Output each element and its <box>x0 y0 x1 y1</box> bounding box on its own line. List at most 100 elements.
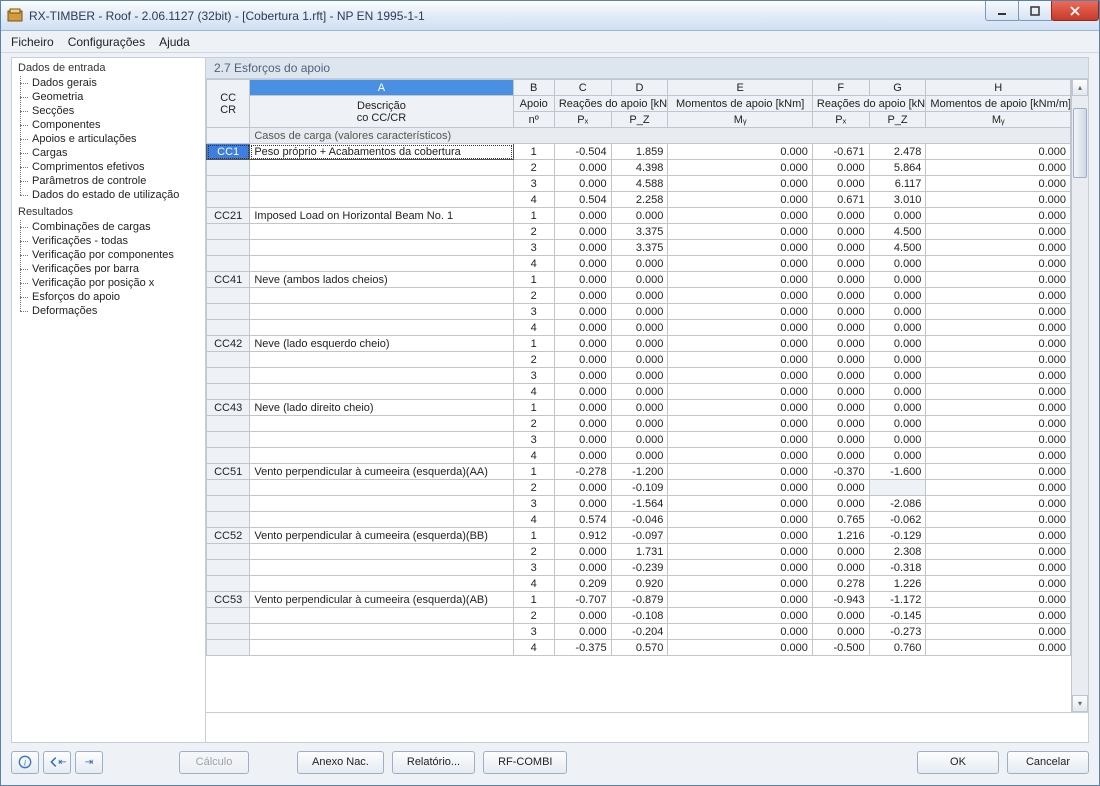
cell[interactable]: 4.398 <box>611 160 668 176</box>
rf-combi-button[interactable]: RF-COMBI <box>483 751 567 774</box>
cell[interactable]: 4 <box>513 192 554 208</box>
cell[interactable]: 0.000 <box>668 384 813 400</box>
cell[interactable]: 0.504 <box>554 192 611 208</box>
cell[interactable]: 0.000 <box>926 144 1071 160</box>
cell[interactable]: 0.000 <box>926 560 1071 576</box>
cell[interactable]: 0.000 <box>812 496 869 512</box>
row-head[interactable] <box>207 320 250 336</box>
cell[interactable]: 0.000 <box>554 496 611 512</box>
cell[interactable]: 2.258 <box>611 192 668 208</box>
cell[interactable]: 4 <box>513 448 554 464</box>
cell[interactable]: 0.000 <box>668 480 813 496</box>
th-my1[interactable]: Mᵧ <box>668 112 813 128</box>
cell[interactable]: -0.278 <box>554 464 611 480</box>
cell[interactable]: 3.375 <box>611 240 668 256</box>
cell[interactable]: 0.000 <box>611 352 668 368</box>
cell[interactable]: 0.000 <box>668 624 813 640</box>
cell[interactable] <box>869 480 926 496</box>
cell-description[interactable] <box>250 624 513 640</box>
nav-item[interactable]: Dados do estado de utilização <box>14 188 205 202</box>
cell[interactable]: 0.000 <box>812 320 869 336</box>
cell[interactable]: 0.000 <box>869 208 926 224</box>
nav-group-results[interactable]: Resultados <box>14 204 205 220</box>
row-head[interactable] <box>207 560 250 576</box>
cell[interactable]: 1.216 <box>812 528 869 544</box>
cell-description[interactable] <box>250 304 513 320</box>
cell[interactable]: 0.000 <box>554 432 611 448</box>
cell[interactable]: 0.000 <box>611 208 668 224</box>
cell-description[interactable] <box>250 240 513 256</box>
row-head[interactable] <box>207 240 250 256</box>
cell[interactable]: 0.000 <box>869 288 926 304</box>
cell[interactable]: 3 <box>513 304 554 320</box>
cell[interactable]: 0.000 <box>926 384 1071 400</box>
cell-description[interactable] <box>250 512 513 528</box>
cell[interactable]: 3 <box>513 496 554 512</box>
cell[interactable]: 0.000 <box>812 480 869 496</box>
cell[interactable]: 0.000 <box>554 624 611 640</box>
cell[interactable]: 0.000 <box>668 208 813 224</box>
row-head[interactable] <box>207 640 250 656</box>
cell[interactable]: 0.278 <box>812 576 869 592</box>
cell[interactable]: 0.000 <box>869 432 926 448</box>
nav-item[interactable]: Comprimentos efetivos <box>14 160 205 174</box>
cell[interactable]: -1.564 <box>611 496 668 512</box>
cell-description[interactable] <box>250 256 513 272</box>
cell[interactable]: 0.000 <box>812 176 869 192</box>
th-my2[interactable]: Mᵧ <box>926 112 1071 128</box>
nav-item[interactable]: Componentes <box>14 118 205 132</box>
cell[interactable]: 0.000 <box>869 448 926 464</box>
nav-item[interactable]: Dados gerais <box>14 76 205 90</box>
cell[interactable]: 0.000 <box>668 576 813 592</box>
cell[interactable]: 0.000 <box>926 480 1071 496</box>
cell[interactable]: -0.370 <box>812 464 869 480</box>
cell[interactable]: 0.000 <box>812 272 869 288</box>
cell[interactable]: -0.108 <box>611 608 668 624</box>
th-col-h[interactable]: H <box>926 80 1071 96</box>
relatorio-button[interactable]: Relatório... <box>392 751 475 774</box>
th-pz2[interactable]: P_Z <box>869 112 926 128</box>
cell[interactable]: 2 <box>513 288 554 304</box>
cell[interactable]: 0.000 <box>611 304 668 320</box>
th-pz1[interactable]: P_Z <box>611 112 668 128</box>
cell[interactable]: -0.062 <box>869 512 926 528</box>
cell[interactable]: 0.000 <box>554 304 611 320</box>
cell[interactable]: 0.000 <box>926 368 1071 384</box>
cell[interactable]: 0.000 <box>668 224 813 240</box>
nav-item[interactable]: Verificação por posição x <box>14 276 205 290</box>
cell[interactable]: 0.920 <box>611 576 668 592</box>
cell[interactable]: -1.172 <box>869 592 926 608</box>
cell[interactable]: 0.000 <box>812 352 869 368</box>
scroll-down-icon[interactable]: ▾ <box>1072 695 1088 712</box>
nav-item[interactable]: Secções <box>14 104 205 118</box>
nav-item[interactable]: Cargas <box>14 146 205 160</box>
row-head[interactable] <box>207 496 250 512</box>
cell[interactable]: 0.000 <box>869 256 926 272</box>
nav-item[interactable]: Esforços do apoio <box>14 290 205 304</box>
th-col-a[interactable]: A <box>250 80 513 96</box>
cell[interactable]: 0.000 <box>554 320 611 336</box>
cell[interactable]: 3 <box>513 368 554 384</box>
ok-button[interactable]: OK <box>917 751 999 774</box>
cell[interactable]: 1 <box>513 272 554 288</box>
cell[interactable]: -0.671 <box>812 144 869 160</box>
cell[interactable]: 0.000 <box>926 624 1071 640</box>
cell[interactable]: 0.000 <box>926 448 1071 464</box>
cell[interactable]: 0.000 <box>668 448 813 464</box>
cell[interactable]: 0.000 <box>668 368 813 384</box>
cell[interactable]: 0.000 <box>812 240 869 256</box>
calculo-button[interactable]: Cálculo <box>179 751 249 774</box>
cell[interactable]: 0.000 <box>926 208 1071 224</box>
minimize-button[interactable] <box>985 1 1019 21</box>
cell[interactable]: 0.000 <box>611 432 668 448</box>
cell[interactable]: 0.000 <box>812 448 869 464</box>
cell[interactable]: 0.000 <box>926 160 1071 176</box>
cell[interactable]: 0.000 <box>812 416 869 432</box>
cell-description[interactable] <box>250 496 513 512</box>
cell[interactable]: 3 <box>513 176 554 192</box>
cell[interactable]: 0.000 <box>926 320 1071 336</box>
cell[interactable]: 2.478 <box>869 144 926 160</box>
nav-item[interactable]: Verificações - todas <box>14 234 205 248</box>
th-mom-knm[interactable]: Momentos de apoio [kNm] <box>668 96 813 112</box>
row-head[interactable] <box>207 176 250 192</box>
